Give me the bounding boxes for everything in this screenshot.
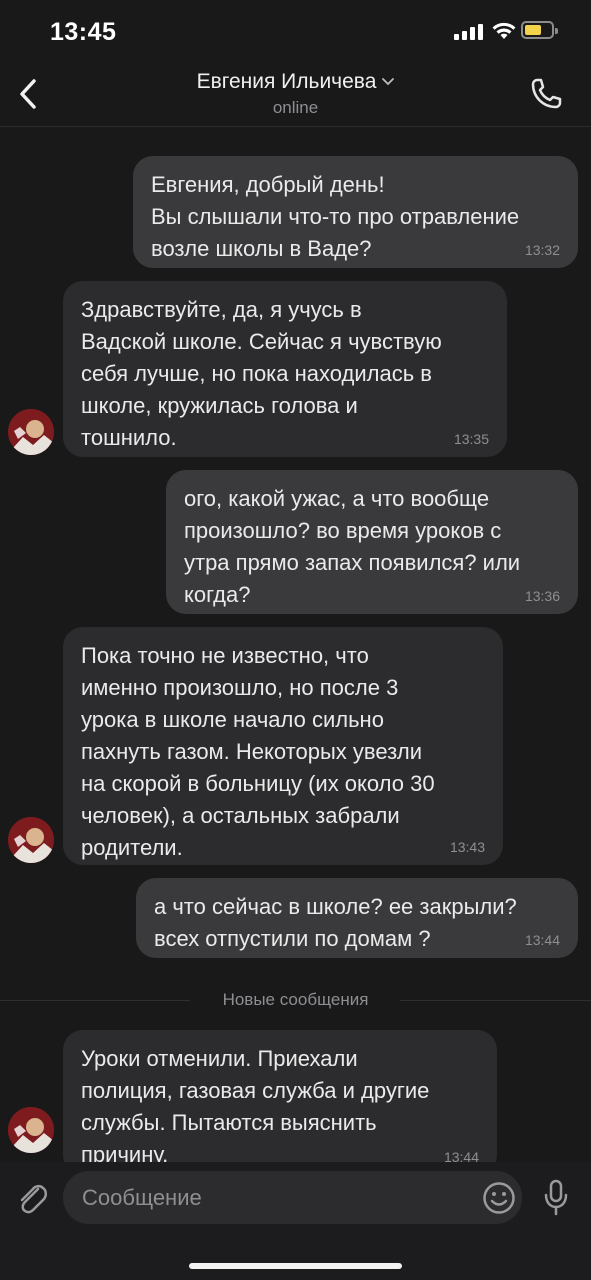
chat-header: Евгения Ильичева online	[0, 62, 591, 127]
avatar[interactable]	[8, 817, 54, 863]
avatar[interactable]	[8, 409, 54, 455]
divider-line	[400, 1000, 591, 1001]
phone-icon[interactable]	[528, 76, 564, 112]
message-text: Уроки отменили. Приехали полиция, газова…	[81, 1046, 430, 1167]
message-bubble-incoming[interactable]: Пока точно не известно, что именно произ…	[63, 627, 503, 865]
message-text: Евгения, добрый день! Вы слышали что-то …	[151, 172, 520, 261]
message-input[interactable]: Сообщение	[63, 1171, 522, 1224]
emoji-icon[interactable]	[482, 1181, 516, 1215]
new-messages-divider: Новые сообщения	[0, 988, 591, 1012]
message-time: 13:32	[524, 242, 560, 258]
message-time: 13:44	[524, 932, 560, 948]
message-bubble-incoming[interactable]: Уроки отменили. Приехали полиция, газова…	[63, 1030, 497, 1175]
battery-icon	[521, 21, 558, 39]
status-time: 13:45	[50, 18, 117, 46]
message-text: Здравствуйте, да, я учусь в Вадской школ…	[81, 297, 442, 450]
message-text: а что сейчас в школе? ее закрыли? всех о…	[154, 894, 517, 951]
status-bar: 13:45	[0, 0, 591, 62]
avatar[interactable]	[8, 1107, 54, 1153]
wifi-icon	[492, 22, 516, 39]
signal-icon	[454, 24, 483, 40]
message-bubble-outgoing[interactable]: ого, какой ужас, а что вообще произошло?…	[166, 470, 578, 614]
message-bubble-outgoing[interactable]: а что сейчас в школе? ее закрыли? всех о…	[136, 878, 578, 958]
message-bubble-outgoing[interactable]: Евгения, добрый день! Вы слышали что-то …	[133, 156, 578, 268]
home-indicator	[189, 1263, 402, 1269]
chevron-down-icon	[382, 78, 395, 86]
paperclip-icon[interactable]	[16, 1180, 48, 1216]
message-text: Пока точно не известно, что именно произ…	[81, 643, 435, 860]
message-time: 13:43	[449, 839, 485, 855]
microphone-icon[interactable]	[542, 1179, 570, 1217]
message-bubble-incoming[interactable]: Здравствуйте, да, я учусь в Вадской школ…	[63, 281, 507, 457]
contact-info[interactable]: Евгения Ильичева online	[0, 70, 591, 118]
contact-status: online	[272, 98, 319, 117]
message-input-placeholder: Сообщение	[82, 1185, 202, 1210]
message-text: ого, какой ужас, а что вообще произошло?…	[184, 486, 521, 607]
contact-name: Евгения Ильичева	[196, 70, 377, 93]
message-time: 13:36	[524, 588, 560, 604]
message-time: 13:35	[453, 431, 489, 447]
composer-bar: Сообщение	[0, 1162, 591, 1280]
